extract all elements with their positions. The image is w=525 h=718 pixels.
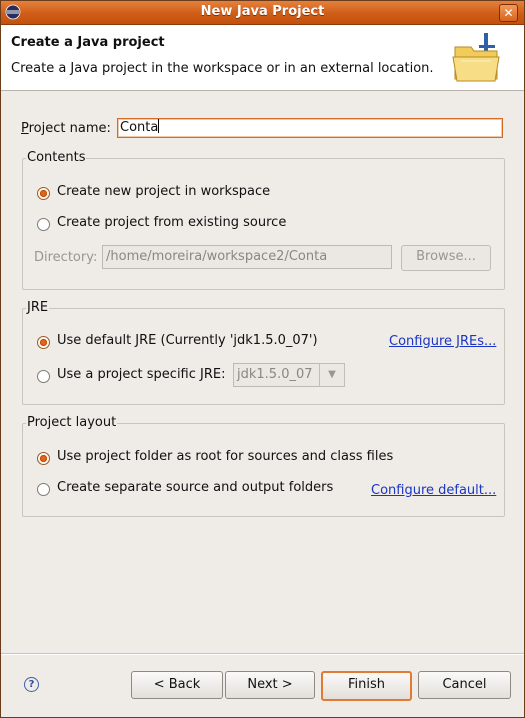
option-default-jre-label[interactable]: Use default JRE (Currently 'jdk1.5.0_07'… <box>57 333 318 348</box>
radio-default-jre[interactable] <box>37 336 50 349</box>
help-icon[interactable]: ? <box>24 677 39 692</box>
jre-select[interactable]: jdk1.5.0_07 <box>233 363 321 387</box>
chevron-down-icon[interactable]: ▼ <box>319 363 345 387</box>
directory-input[interactable]: /home/moreira/workspace2/Conta <box>102 245 392 269</box>
option-from-existing-label[interactable]: Create project from existing source <box>57 215 286 230</box>
option-folder-root-label[interactable]: Use project folder as root for sources a… <box>57 449 393 464</box>
text-caret <box>158 119 160 133</box>
project-name-label-text: roject name: <box>28 121 111 136</box>
wizard-description: Create a Java project in the workspace o… <box>11 61 434 76</box>
configure-jres-link[interactable]: Configure JREs... <box>389 334 496 349</box>
project-name-label: Project name: <box>21 121 111 136</box>
cancel-button[interactable]: Cancel <box>418 671 511 699</box>
radio-create-from-existing[interactable] <box>37 218 50 231</box>
radio-specific-jre[interactable] <box>37 370 50 383</box>
java-folder-icon <box>452 33 500 82</box>
directory-label: Directory: <box>34 250 98 265</box>
project-name-input[interactable]: Conta <box>117 118 503 138</box>
option-separate-folders-label[interactable]: Create separate source and output folder… <box>57 480 333 495</box>
project-layout-group <box>22 423 505 517</box>
project-layout-group-label: Project layout <box>26 415 118 430</box>
wizard-title: Create a Java project <box>11 35 165 50</box>
project-name-value: Conta <box>120 120 159 135</box>
jre-group-label: JRE <box>26 300 50 315</box>
radio-project-folder-root[interactable] <box>37 452 50 465</box>
contents-group-label: Contents <box>26 150 87 165</box>
radio-create-new-project[interactable] <box>37 187 50 200</box>
radio-separate-folders[interactable] <box>37 483 50 496</box>
finish-button[interactable]: Finish <box>321 671 412 701</box>
new-java-project-dialog: New Java Project ✕ Create a Java project… <box>0 0 525 718</box>
close-icon[interactable]: ✕ <box>499 4 518 22</box>
title-bar: New Java Project ✕ <box>1 1 524 25</box>
button-bar-separator <box>1 653 524 655</box>
next-button[interactable]: Next > <box>225 671 315 699</box>
jre-group <box>22 308 505 405</box>
window-title: New Java Project <box>200 4 325 19</box>
back-button[interactable]: < Back <box>131 671 223 699</box>
wizard-banner: Create a Java project Create a Java proj… <box>1 25 524 91</box>
browse-button[interactable]: Browse... <box>401 245 491 271</box>
configure-default-link[interactable]: Configure default... <box>371 483 496 498</box>
option-specific-jre-label[interactable]: Use a project specific JRE: <box>57 367 225 382</box>
option-create-new-label[interactable]: Create new project in workspace <box>57 184 270 199</box>
